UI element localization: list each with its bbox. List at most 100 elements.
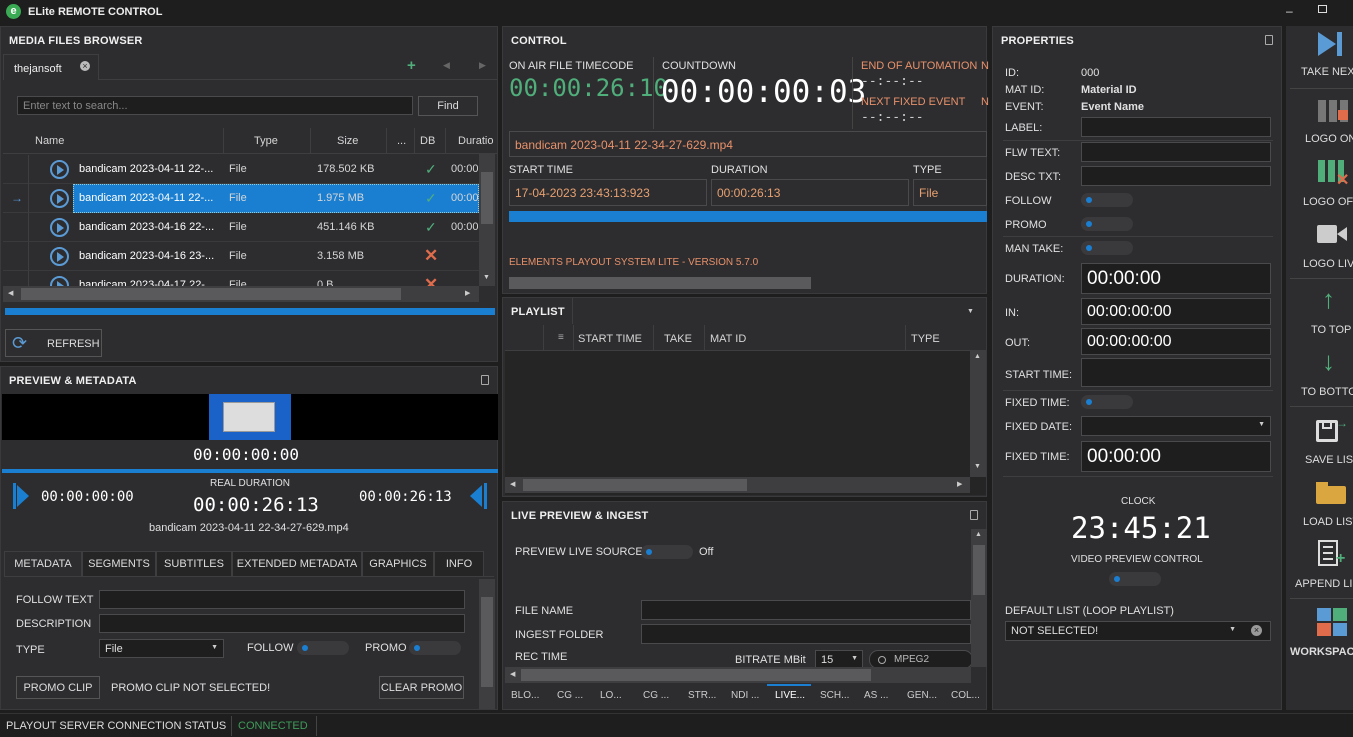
prop-in-input[interactable]: 00:00:00:00 [1081, 298, 1271, 325]
col-more[interactable]: ... [397, 135, 406, 147]
pl-col-type[interactable]: TYPE [911, 333, 940, 345]
save-list-button[interactable]: → SAVE LIST [1286, 408, 1353, 470]
prop-out-input[interactable]: 00:00:00:00 [1081, 328, 1271, 355]
table-row[interactable]: → bandicam 2023-04-11 22-... File 1.975 MB ✓… [3, 184, 479, 213]
btab-9[interactable]: GEN... [907, 690, 937, 701]
play-icon[interactable] [50, 218, 69, 237]
prop-fixedtime2-input[interactable]: 00:00:00 [1081, 441, 1271, 472]
tab-segments[interactable]: SEGMENTS [82, 551, 156, 576]
pin-icon[interactable] [481, 375, 489, 385]
add-tab-icon[interactable]: + [407, 57, 416, 74]
preview-live-label: PREVIEW LIVE SOURCE [515, 546, 643, 558]
prop-follow-toggle[interactable] [1081, 193, 1133, 207]
meta-promo-toggle[interactable] [409, 641, 461, 655]
description-input[interactable] [99, 614, 465, 633]
default-list-select[interactable]: NOT SELECTED! ▼ × [1005, 621, 1271, 641]
media-browser-panel: MEDIA FILES BROWSER thejansoft × + ◀ ▶ E… [0, 26, 498, 362]
table-row[interactable]: bandicam 2023-04-16 22-... File 451.146 KB… [3, 213, 479, 242]
prop-fixedtime-toggle[interactable] [1081, 395, 1133, 409]
logo-on-button[interactable]: LOGO ON [1286, 90, 1353, 150]
table-row[interactable]: bandicam 2023-04-16 23-... File 3.158 MB ✕ [3, 242, 479, 271]
btab-1[interactable]: CG ... [557, 690, 583, 701]
col-db[interactable]: DB [420, 135, 435, 147]
media-grid-hscroll[interactable]: ◀ ▶ [3, 286, 479, 302]
btab-2[interactable]: LO... [600, 690, 622, 701]
play-icon[interactable] [50, 247, 69, 266]
tab-prev-icon[interactable]: ◀ [443, 60, 450, 71]
playlist-vscroll[interactable]: ▲ ▼ [970, 351, 986, 477]
follow-text-input[interactable] [99, 590, 465, 609]
prop-mantake-toggle[interactable] [1081, 241, 1133, 255]
pin-icon[interactable] [1265, 35, 1273, 45]
preview-panel: PREVIEW & METADATA 00:00:00:00 00:00:00:… [0, 366, 498, 710]
btab-3[interactable]: CG ... [643, 690, 669, 701]
control-hscroll[interactable] [505, 275, 985, 291]
browser-tab[interactable]: thejansoft × [3, 54, 99, 80]
tab-metadata[interactable]: METADATA [4, 551, 82, 576]
take-next-button[interactable]: TAKE NEXT [1286, 26, 1353, 88]
tab-graphics[interactable]: GRAPHICS [362, 551, 434, 576]
live-vscroll[interactable]: ▲ [971, 529, 987, 667]
video-preview-toggle[interactable] [1109, 572, 1161, 586]
pl-col-matid[interactable]: MAT ID [710, 333, 746, 345]
meta-follow-toggle[interactable] [297, 641, 349, 655]
meta-type-select[interactable]: File ▼ [99, 639, 224, 658]
clear-promo-button[interactable]: CLEAR PROMO [379, 676, 464, 699]
logo-live-button[interactable]: LOGO LIVE [1286, 214, 1353, 276]
sort-icon[interactable]: ≡ [558, 332, 564, 343]
load-list-button[interactable]: LOAD LIST [1286, 472, 1353, 532]
find-button[interactable]: Find [418, 96, 478, 116]
col-type[interactable]: Type [254, 135, 278, 147]
col-size[interactable]: Size [337, 135, 358, 147]
btab-10[interactable]: COL... [951, 690, 980, 701]
media-grid-vscroll[interactable]: ▼ [479, 154, 495, 286]
col-name[interactable]: Name [35, 135, 64, 147]
play-icon[interactable] [50, 189, 69, 208]
pl-col-start[interactable]: START TIME [578, 333, 642, 345]
to-top-button[interactable]: ↑ TO TOP [1286, 280, 1353, 340]
prop-desc-input[interactable] [1081, 166, 1271, 186]
logo-off-button[interactable]: ✕ LOGO OFF [1286, 152, 1353, 212]
btab-5[interactable]: NDI ... [731, 690, 759, 701]
prop-label-input[interactable] [1081, 117, 1271, 137]
promo-clip-button[interactable]: PROMO CLIP [16, 676, 100, 699]
pin-icon[interactable] [970, 510, 978, 520]
preview-seekbar[interactable] [2, 469, 498, 473]
pl-col-take[interactable]: TAKE [664, 333, 692, 345]
tab-next-icon[interactable]: ▶ [479, 60, 486, 71]
play-icon[interactable] [50, 160, 69, 179]
workspace-button[interactable]: WORKSPACE [1286, 600, 1353, 662]
minimize-button[interactable]: – [1286, 4, 1293, 18]
playlist-dropdown-icon[interactable]: ▼ [967, 308, 974, 315]
refresh-button[interactable]: ⟳ REFRESH [5, 329, 102, 357]
file-name-input[interactable] [641, 600, 971, 620]
btab-8[interactable]: AS ... [864, 690, 888, 701]
btab-0[interactable]: BLO... [511, 690, 539, 701]
btab-6[interactable]: LIVE... [775, 690, 805, 701]
prop-promo-toggle[interactable] [1081, 217, 1133, 231]
preview-live-toggle[interactable] [641, 545, 693, 559]
to-bottom-button[interactable]: ↓ TO BOTTOM [1286, 342, 1353, 402]
btab-7[interactable]: SCH... [820, 690, 849, 701]
tab-subtitles[interactable]: SUBTITLES [156, 551, 232, 576]
live-hscroll[interactable]: ◀ [505, 667, 971, 683]
mark-in-icon[interactable] [13, 483, 31, 509]
btab-4[interactable]: STR... [688, 690, 716, 701]
clear-icon[interactable]: × [1251, 625, 1262, 636]
playlist-hscroll[interactable]: ◀ ▶ [505, 477, 970, 493]
metadata-vscroll[interactable] [479, 579, 495, 709]
tab-info[interactable]: INFO [434, 551, 484, 576]
table-row[interactable]: bandicam 2023-04-11 22-... File 178.502 KB… [3, 155, 479, 184]
restore-button[interactable] [1318, 5, 1327, 13]
prop-fixeddate-select[interactable]: ▼ [1081, 416, 1271, 436]
ingest-folder-input[interactable] [641, 624, 971, 644]
prop-flw-text-input[interactable] [1081, 142, 1271, 162]
append-list-button[interactable]: + APPEND LIST [1286, 534, 1353, 596]
tab-extended-metadata[interactable]: EXTENDED METADATA [232, 551, 362, 576]
media-search-input[interactable]: Enter text to search... [17, 96, 413, 115]
mark-out-icon[interactable] [469, 483, 487, 509]
prop-duration-input[interactable]: 00:00:00 [1081, 263, 1271, 294]
prop-starttime-input[interactable] [1081, 358, 1271, 387]
col-duration[interactable]: Duratio [458, 135, 497, 147]
close-tab-icon[interactable]: × [80, 61, 90, 71]
